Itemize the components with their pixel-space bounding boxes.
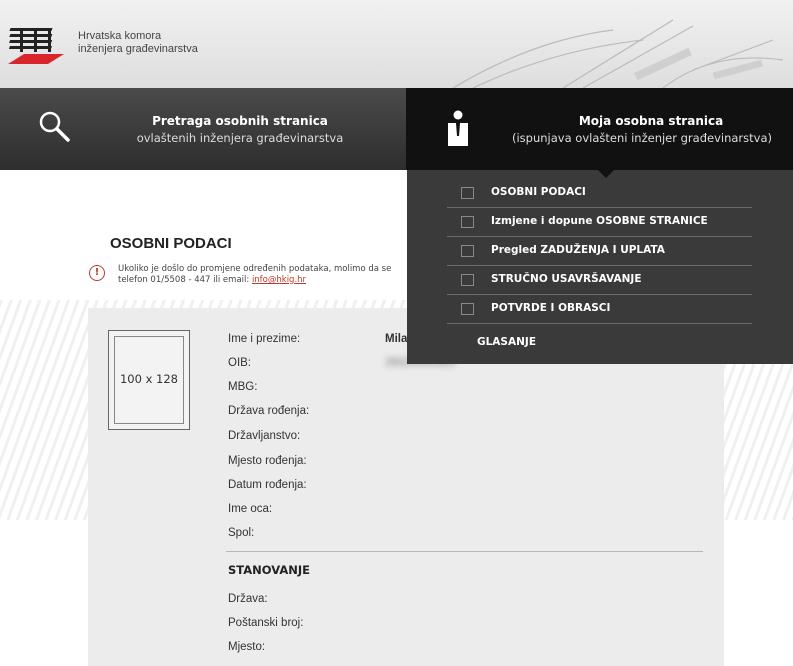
field-value-name: Mila [385,333,408,345]
notice-line2: telefon 01/5508 - 447 ili email: info@hk… [118,275,418,286]
photo-placeholder: 100 x 128 [108,330,190,430]
warning-icon: ! [89,265,105,281]
page-title: OSOBNI PODACI [110,235,232,252]
menu-item-edit-page[interactable]: Izmjene i dopune OSOBNE STRANICE [447,208,752,237]
field-label-citizenship: Državljanstvo: [228,430,301,442]
menu-item-personal-data[interactable]: OSOBNI PODACI [447,179,752,208]
field-label-gender: Spol: [228,527,255,539]
field-label-city: Mjesto: [228,641,266,653]
personal-page-dropdown-menu: OSOBNI PODACI Izmjene i dopune OSOBNE ST… [407,170,793,364]
menu-item-professional-training[interactable]: STRUČNO USAVRŠAVANJE [447,266,752,295]
menu-item-label: Izmjene i dopune OSOBNE STRANICE [491,215,708,227]
field-label-country: Država: [228,593,268,605]
org-line1: Hrvatska komora [78,30,162,42]
nav-search-subtitle: ovlaštenih inženjera građevinarstva [136,131,344,145]
section-title-residence: STANOVANJE [228,563,311,577]
id-card-icon [461,187,474,199]
header-decoration-image [452,19,784,88]
menu-item-label: Pregled ZADUŽENJA I UPLATA [491,244,665,256]
menu-item-voting[interactable]: GLASANJE [477,336,536,348]
main-navigation: Pretraga osobnih stranica ovlaštenih inž… [0,88,793,170]
field-label-name: Ime i prezime: [228,333,301,345]
briefcase-icon [461,274,474,286]
menu-item-charges-payments[interactable]: Pregled ZADUŽENJA I UPLATA [447,237,752,266]
nav-my-personal-page[interactable]: Moja osobna stranica (ispunjava ovlašten… [406,88,793,170]
nav-my-title: Moja osobna stranica [578,114,724,128]
calculator-icon [461,245,474,257]
nav-my-subtitle: (ispunjava ovlašteni inženjer građevinar… [512,131,772,145]
menu-item-label: POTVRDE I OBRASCI [491,302,611,314]
menu-item-certificates-forms[interactable]: POTVRDE I OBRASCI [447,295,752,324]
hkig-logo[interactable] [8,24,64,68]
nav-search-title: Pretraga osobnih stranica [152,114,328,128]
menu-item-label: STRUČNO USAVRŠAVANJE [491,273,642,285]
notice-line1: Ukoliko je došlo do promjene određenih p… [118,264,392,274]
site-header: Hrvatska komora inženjera građevinarstva [0,0,793,88]
nav-active-pointer [598,170,614,178]
field-label-postal-code: Poštanski broj: [228,617,304,629]
nav-search-personal-pages[interactable]: Pretraga osobnih stranica ovlaštenih inž… [0,88,406,170]
notice-text: Ukoliko je došlo do promjene određenih p… [118,264,418,286]
photo-placeholder-label: 100 x 128 [114,336,184,424]
edit-icon [461,216,474,228]
section-divider [226,551,703,552]
person-icon [448,110,468,146]
field-label-oib: OIB: [228,357,252,369]
document-icon [461,303,474,315]
field-label-mbg: MBG: [228,381,258,393]
field-label-birth-country: Država rođenja: [228,405,310,417]
field-label-birth-date: Datum rođenja: [228,479,307,491]
org-line2: inženjera građevinarstva [78,43,198,55]
field-label-birth-place: Mjesto rođenja: [228,455,307,467]
field-label-father-name: Ime oca: [228,503,273,515]
organization-name: Hrvatska komora inženjera građevinarstva [78,30,198,56]
notice-phone: telefon 01/5508 - 447 ili email: [118,275,252,285]
menu-item-label: OSOBNI PODACI [491,186,586,198]
search-icon [39,111,70,142]
notice-email-link[interactable]: info@hkig.hr [252,275,306,285]
